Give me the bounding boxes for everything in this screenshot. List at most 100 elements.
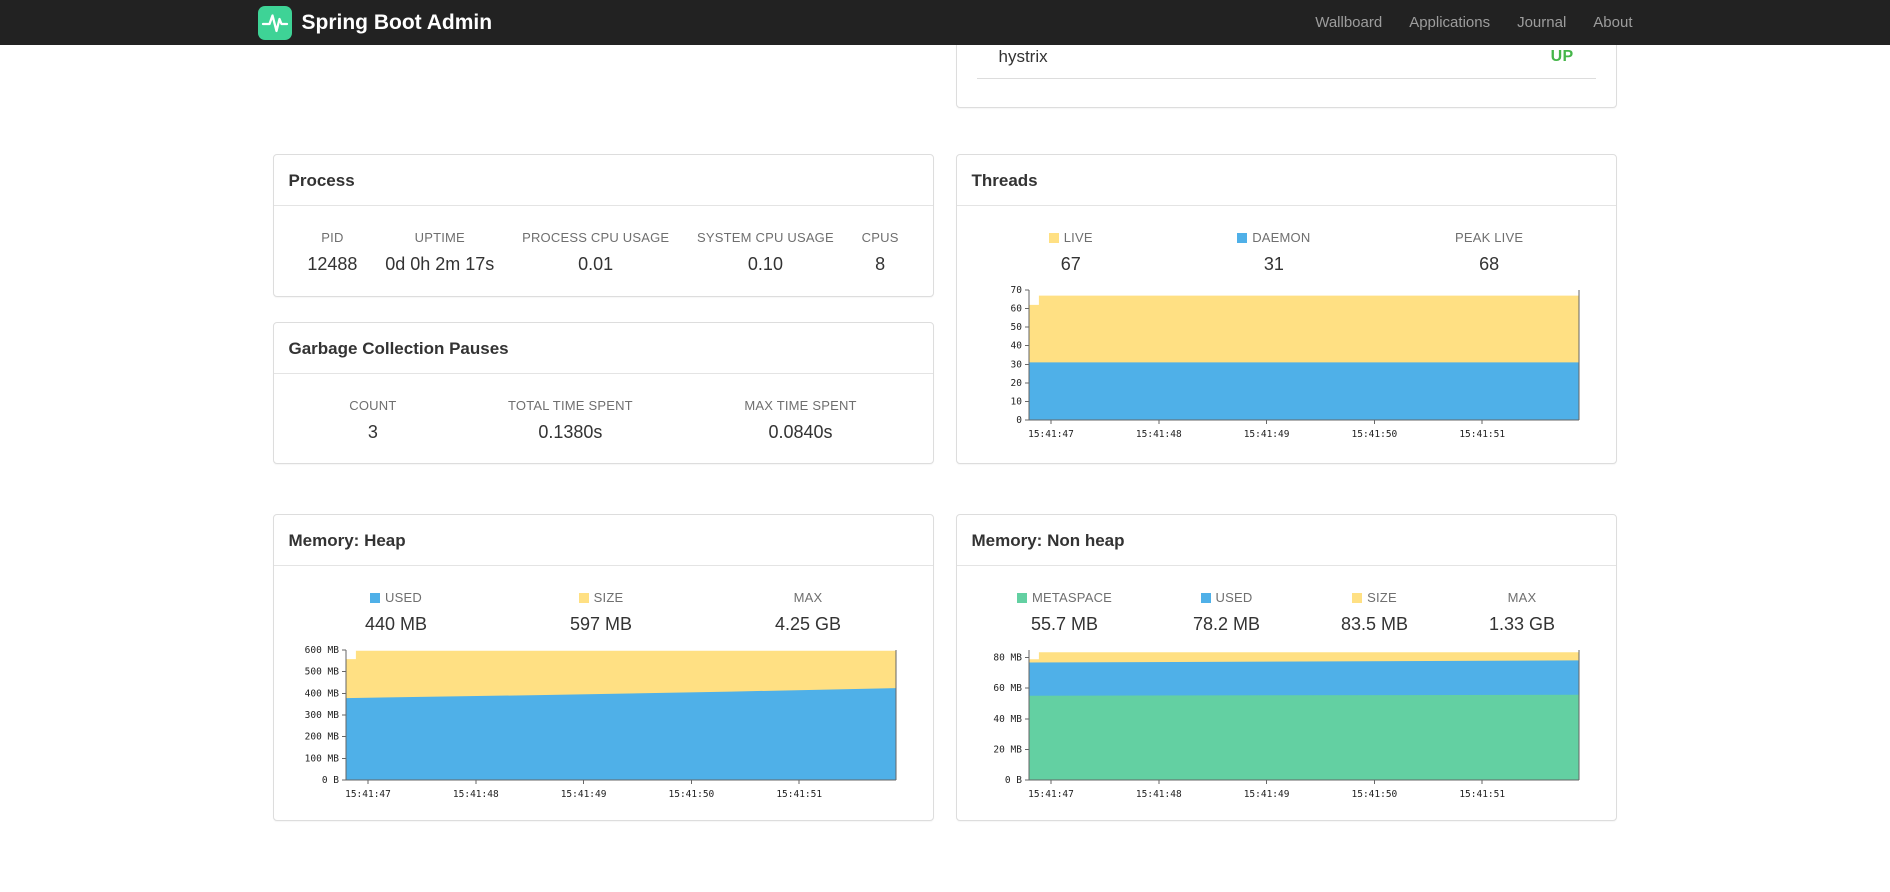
svg-text:500 MB: 500 MB — [304, 667, 339, 678]
process-metrics: PID 12488 UPTIME 0d 0h 2m 17s PROCESS CP… — [274, 206, 933, 275]
memory-nonheap-panel: Memory: Non heap METASPACE 55.7 MB USED … — [955, 514, 1617, 821]
svg-text:15:41:51: 15:41:51 — [1459, 429, 1505, 440]
top-navbar: Spring Boot Admin Wallboard Applications… — [0, 0, 1890, 45]
nav-link-applications[interactable]: Applications — [1409, 14, 1490, 31]
metric-label: TOTAL TIME SPENT — [508, 398, 633, 413]
svg-text:15:41:50: 15:41:50 — [1351, 429, 1397, 440]
metric-label: CPUS — [861, 230, 899, 245]
nonheap-metrics: METASPACE 55.7 MB USED 78.2 MB SIZE 83.5… — [957, 566, 1616, 635]
svg-text:200 MB: 200 MB — [304, 732, 339, 743]
heap-panel-title: Memory: Heap — [273, 515, 933, 566]
metric-value: 597 MB — [569, 614, 633, 634]
process-panel-title: Process — [273, 155, 933, 206]
metric-value: 67 — [1060, 254, 1081, 274]
svg-text:15:41:50: 15:41:50 — [668, 789, 714, 800]
nav-link-wallboard[interactable]: Wallboard — [1315, 14, 1382, 31]
metric-value: 31 — [1263, 254, 1284, 274]
svg-text:15:41:47: 15:41:47 — [345, 789, 391, 800]
metric-value: 3 — [367, 422, 378, 442]
nonheap-panel-title: Memory: Non heap — [956, 515, 1616, 566]
svg-text:20 MB: 20 MB — [993, 744, 1022, 755]
memory-heap-chart: 0 B 100 MB 200 MB 300 MB 400 MB 500 MB 600 MB 1… — [304, 645, 896, 800]
svg-text:15:41:49: 15:41:49 — [1243, 429, 1289, 440]
svg-text:15:41:49: 15:41:49 — [1243, 789, 1289, 800]
threads-metrics: LIVE 67 DAEMON 31 PEAK LIVE 68 — [957, 206, 1616, 275]
metric-label: SYSTEM CPU USAGE — [697, 230, 834, 245]
memory-nonheap-chart: 0 B 20 MB 40 MB 60 MB 80 MB 15:41:47 15:41:48 1… — [993, 650, 1579, 800]
nav-link-journal[interactable]: Journal — [1517, 14, 1566, 31]
metric-nonheap-metaspace: METASPACE 55.7 MB — [1016, 590, 1112, 635]
metric-gc-max-time: MAX TIME SPENT 0.0840s — [744, 398, 856, 443]
metric-label: COUNT — [349, 398, 397, 413]
metric-label: LIVE — [1048, 230, 1093, 245]
metric-process-cpu-usage: PROCESS CPU USAGE 0.01 — [522, 230, 669, 275]
metric-threads-live: LIVE 67 — [1048, 230, 1093, 275]
metric-value: 83.5 MB — [1340, 614, 1408, 634]
svg-text:15:41:50: 15:41:50 — [1351, 789, 1397, 800]
navbar-container: Spring Boot Admin Wallboard Applications… — [257, 0, 1633, 45]
metric-value: 68 — [1479, 254, 1500, 274]
metric-nonheap-used: USED 78.2 MB — [1193, 590, 1260, 635]
metric-label: USED — [1193, 590, 1260, 605]
svg-text:0: 0 — [1016, 415, 1022, 426]
applications-panel: hystrix UP — [955, 38, 1617, 108]
gc-panel-title: Garbage Collection Pauses — [273, 323, 933, 374]
svg-text:60: 60 — [1010, 304, 1022, 315]
metric-threads-peak-live: PEAK LIVE 68 — [1455, 230, 1523, 275]
svg-text:15:41:48: 15:41:48 — [1135, 789, 1181, 800]
svg-text:15:41:49: 15:41:49 — [560, 789, 606, 800]
nav-link-about[interactable]: About — [1593, 14, 1632, 31]
application-status-badge: UP — [1550, 48, 1574, 65]
threads-panel: Threads LIVE 67 DAEMON 31 PEAK LIVE 68 0… — [955, 154, 1617, 464]
metric-heap-size: SIZE 597 MB — [570, 590, 632, 635]
heap-size-legend-swatch — [578, 593, 589, 603]
svg-text:15:41:51: 15:41:51 — [776, 789, 822, 800]
metric-nonheap-size: SIZE 83.5 MB — [1341, 590, 1408, 635]
metric-value: 12488 — [307, 254, 358, 274]
metric-value: 0.1380s — [538, 422, 603, 442]
spring-boot-admin-logo-icon — [257, 5, 292, 40]
brand-link[interactable]: Spring Boot Admin — [257, 5, 493, 40]
live-legend-swatch — [1048, 233, 1059, 243]
metric-value: 4.25 GB — [774, 614, 842, 634]
metric-system-cpu-usage: SYSTEM CPU USAGE 0.10 — [697, 230, 834, 275]
svg-text:100 MB: 100 MB — [304, 753, 339, 764]
metric-label: UPTIME — [414, 230, 465, 245]
metric-value: 55.7 MB — [1030, 614, 1099, 634]
metric-label: PEAK LIVE — [1454, 230, 1524, 245]
brand-title: Spring Boot Admin — [301, 10, 493, 34]
metric-value: 78.2 MB — [1192, 614, 1261, 634]
svg-text:60 MB: 60 MB — [993, 683, 1022, 694]
metric-gc-count: COUNT 3 — [349, 398, 396, 443]
svg-text:10: 10 — [1010, 396, 1022, 407]
application-name[interactable]: hystrix — [999, 47, 1048, 67]
gc-metrics: COUNT 3 TOTAL TIME SPENT 0.1380s MAX TIM… — [274, 374, 933, 443]
navbar-links: Wallboard Applications Journal About — [1315, 14, 1632, 31]
metric-label: MAX — [1507, 590, 1537, 605]
nonheap-size-legend-swatch — [1352, 593, 1363, 603]
svg-text:300 MB: 300 MB — [304, 710, 339, 721]
svg-text:15:41:47: 15:41:47 — [1028, 429, 1074, 440]
svg-text:30: 30 — [1010, 359, 1022, 370]
application-row-hystrix[interactable]: hystrix UP — [976, 39, 1596, 79]
metric-value: 0.01 — [578, 254, 614, 274]
memory-heap-panel: Memory: Heap USED 440 MB SIZE 597 MB MAX… — [272, 514, 934, 821]
dashboard-content: hystrix UP Process PID 12488 UPTIME 0d 0… — [272, 38, 1618, 845]
svg-text:15:41:48: 15:41:48 — [1135, 429, 1181, 440]
heap-metrics: USED 440 MB SIZE 597 MB MAX 4.25 GB — [274, 566, 933, 635]
svg-text:15:41:48: 15:41:48 — [452, 789, 498, 800]
svg-text:80 MB: 80 MB — [993, 653, 1022, 664]
metric-nonheap-max: MAX 1.33 GB — [1489, 590, 1555, 635]
metric-value: 1.33 GB — [1488, 614, 1555, 634]
metric-label: PROCESS CPU USAGE — [522, 230, 670, 245]
metric-value: 0.10 — [747, 254, 783, 274]
svg-text:400 MB: 400 MB — [304, 688, 339, 699]
metric-value: 0d 0h 2m 17s — [385, 254, 495, 274]
metric-label: SIZE — [1341, 590, 1408, 605]
metric-pid: PID 12488 — [307, 230, 357, 275]
gc-pauses-panel: Garbage Collection Pauses COUNT 3 TOTAL … — [272, 322, 934, 464]
metric-heap-used: USED 440 MB — [365, 590, 427, 635]
metric-heap-max: MAX 4.25 GB — [775, 590, 841, 635]
metric-uptime: UPTIME 0d 0h 2m 17s — [385, 230, 494, 275]
metric-label: MAX TIME SPENT — [744, 398, 857, 413]
